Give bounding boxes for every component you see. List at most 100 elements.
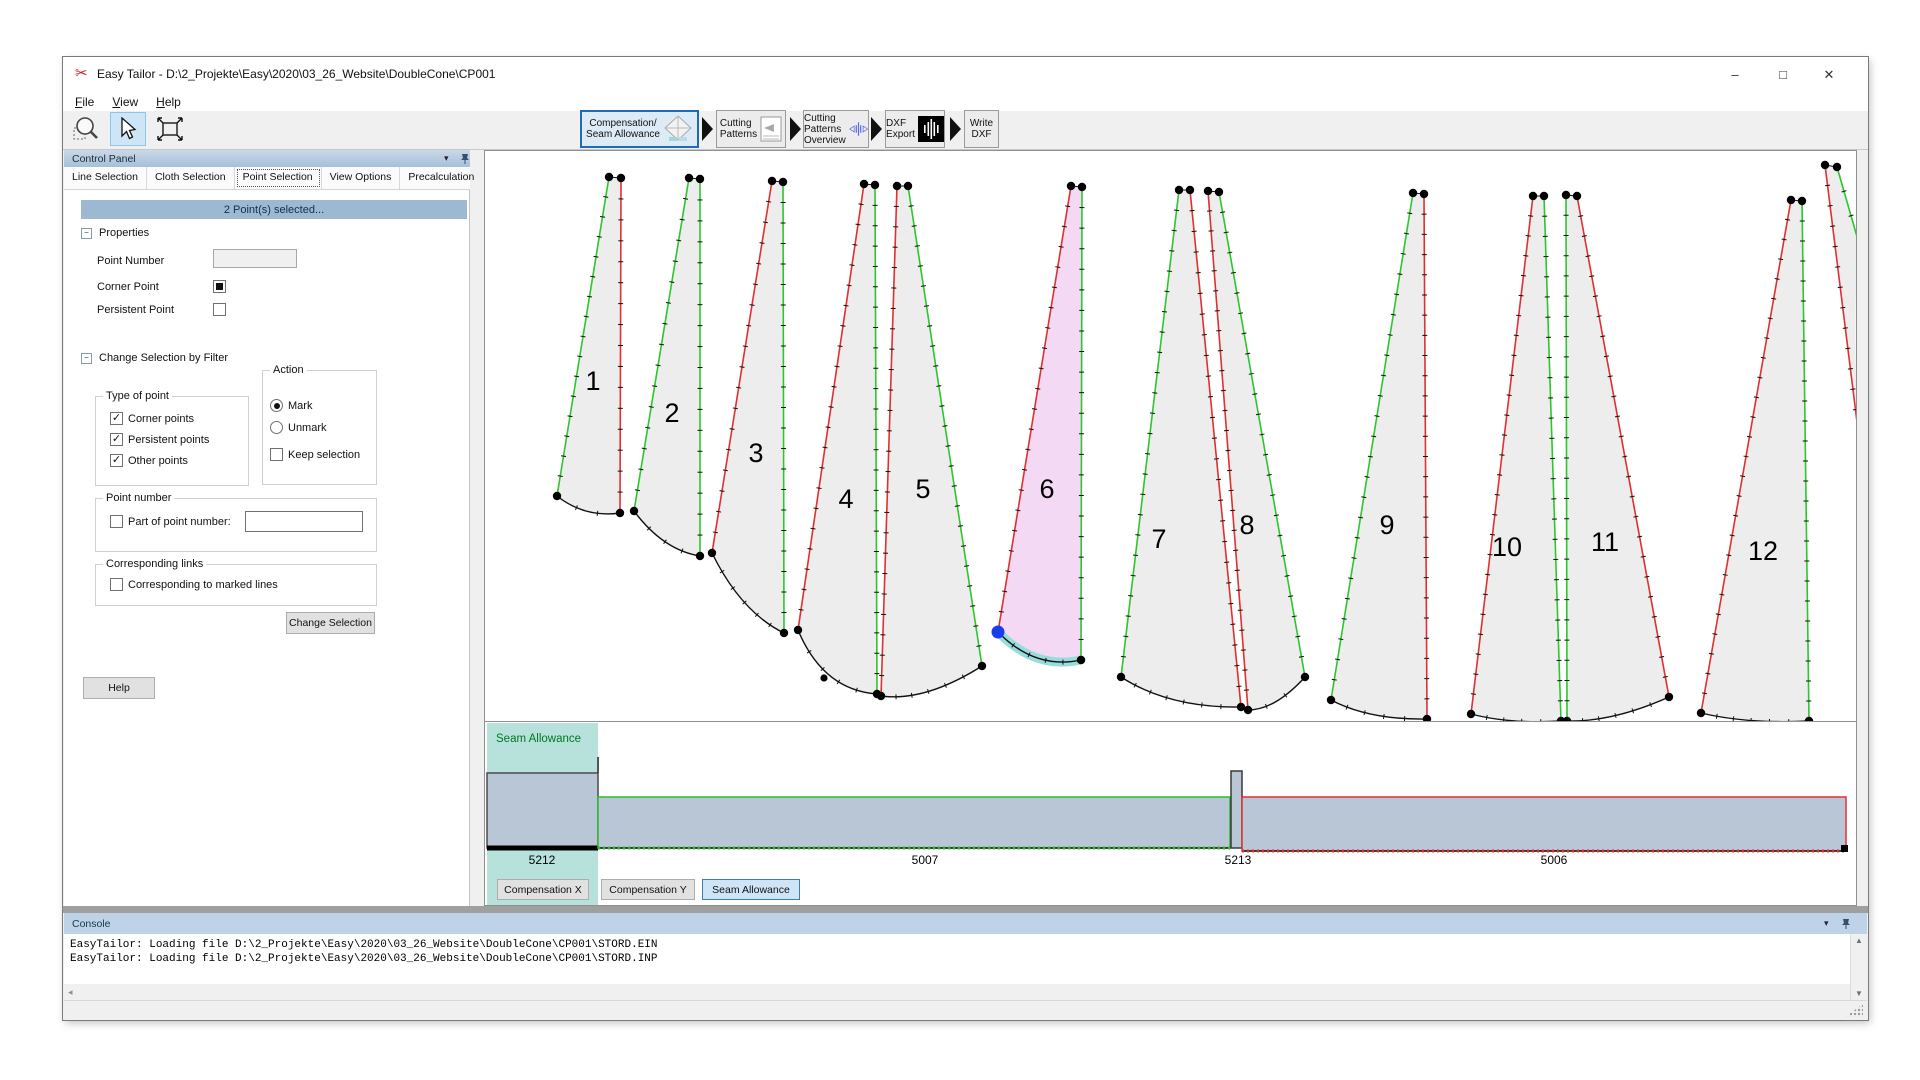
other-points-option[interactable]: Other points [110,454,188,467]
maximize-button[interactable]: □ [1760,57,1806,92]
corner-point-dot[interactable] [877,692,885,700]
compensation-x-button[interactable]: Compensation X [497,879,589,900]
persistent-points-option[interactable]: Persistent points [110,433,209,446]
menu-view[interactable]: View [103,94,147,110]
mark-option[interactable]: Mark [270,399,312,412]
zoom-fit-tool-button[interactable] [152,112,188,146]
filter-section-header[interactable]: − Change Selection by Filter [81,352,228,364]
corner-point-dot [1301,673,1309,681]
step-cutting-patterns[interactable]: Cutting Patterns [716,110,786,148]
tab-view-options[interactable]: View Options [322,167,401,189]
change-selection-button[interactable]: Change Selection [286,612,375,634]
persistent-point-checkbox[interactable] [213,303,226,316]
keep-selection-checkbox[interactable] [270,448,283,461]
properties-section-header[interactable]: − Properties [81,227,149,239]
segment-id-label: 5212 [529,853,556,867]
seam-tab-label[interactable]: Seam Allowance [496,733,581,745]
pattern-piece-2[interactable]: 2 [630,174,704,560]
pattern-piece-9[interactable]: 9 [1327,189,1431,721]
scroll-down-icon[interactable]: ▼ [1855,989,1863,998]
help-button[interactable]: Help [83,677,155,699]
mark-radio[interactable] [270,399,283,412]
menu-file[interactable]: File [66,94,103,110]
other-points-checkbox[interactable] [110,454,123,467]
step-write-dxf[interactable]: Write DXF [964,110,999,148]
pin-icon[interactable] [460,153,470,165]
panel-splitter[interactable] [63,906,1868,913]
corner-point-dot [1821,161,1829,169]
pattern-piece-10[interactable]: 10 [1467,192,1565,721]
tab-line-selection[interactable]: Line Selection [64,167,147,189]
selected-point-dot[interactable] [992,626,1005,639]
unmark-option[interactable]: Unmark [270,421,327,434]
persistent-points-checkbox[interactable] [110,433,123,446]
part-of-point-number-field[interactable] [245,511,363,532]
menu-help[interactable]: Help [147,94,190,110]
chevron-down-icon[interactable]: ▾ [444,153,449,164]
scroll-up-icon[interactable]: ▲ [1855,936,1863,945]
corner-point-dot [1215,188,1223,196]
pattern-piece-11[interactable]: 11 [1562,191,1673,721]
select-tool-button[interactable] [110,112,146,146]
corner-point-dot[interactable] [553,492,561,500]
pin-icon[interactable] [1841,918,1851,930]
corner-point-dot[interactable] [1697,709,1705,717]
point-number-field[interactable] [213,249,297,268]
console-horizontal-scrollbar[interactable]: ◂ [64,984,1850,1000]
minimize-button[interactable]: – [1712,57,1758,92]
step-label: Compensation/ Seam Allowance [586,118,660,140]
corner-point-checkbox[interactable] [213,280,226,293]
pattern-pieces-svg[interactable]: 123456789101112 [485,151,1856,721]
tab-precalculation[interactable]: Precalculation [400,167,482,189]
part-of-point-number-checkbox[interactable] [110,515,123,528]
piece-number-label: 12 [1748,536,1778,566]
control-panel-header[interactable]: Control Panel ▾ [64,150,470,167]
console-vertical-scrollbar[interactable]: ▲ ▼ [1850,934,1867,1000]
pattern-piece-1[interactable]: 1 [553,173,625,517]
piece-number-label: 1 [585,366,600,396]
selection-summary[interactable]: 2 Point(s) selected... [81,200,467,219]
corner-point-dot[interactable] [1117,673,1125,681]
corner-points-option[interactable]: Corner points [110,412,194,425]
tab-cloth-selection[interactable]: Cloth Selection [147,167,235,189]
pattern-piece-12[interactable]: 12 [1697,196,1813,721]
step-dxf-export[interactable]: DXF Export [885,110,945,148]
pattern-piece-4[interactable]: 4 [794,180,881,698]
unmark-radio[interactable] [270,421,283,434]
zoom-tool-button[interactable] [68,112,104,146]
seam-allowance-button[interactable]: Seam Allowance [702,879,800,900]
part-of-point-number-option[interactable]: Part of point number: [110,515,231,528]
pattern-piece-5[interactable]: 5 [877,182,986,700]
corner-point-dot[interactable] [1327,696,1335,704]
close-button[interactable]: ✕ [1806,57,1852,92]
keep-selection-label: Keep selection [288,449,360,461]
corner-point-dot[interactable] [1467,710,1475,718]
pattern-piece-3[interactable]: 3 [708,177,788,637]
mark-label: Mark [288,400,312,412]
corner-points-checkbox[interactable] [110,412,123,425]
step-cutting-patterns-overview[interactable]: Cutting Patterns Overview [803,110,869,148]
corner-point-dot[interactable] [1244,706,1252,714]
keep-selection-option[interactable]: Keep selection [270,448,360,461]
seam-segment-5006[interactable]: 5006 [1242,797,1846,867]
collapse-icon[interactable]: − [81,353,92,364]
tab-point-selection[interactable]: Point Selection [235,167,322,189]
corner-point-dot[interactable] [630,507,638,515]
pattern-piece-edge[interactable] [1821,161,1856,430]
control-panel-tabs: Line Selection Cloth Selection Point Sel… [64,167,470,190]
control-panel-title: Control Panel [72,153,136,165]
chevron-down-icon[interactable]: ▾ [1824,918,1829,929]
corner-point-dot[interactable] [708,549,716,557]
seam-segment-5007[interactable]: 5007 [598,797,1230,867]
scroll-left-icon[interactable]: ◂ [68,987,73,998]
compensation-y-button[interactable]: Compensation Y [601,879,695,900]
seam-allowance-svg[interactable]: Seam Allowance5212500752135006 [485,723,1856,905]
pattern-piece-6[interactable]: 6 [992,182,1087,665]
desktop: ✂ Easy Tailor - D:\2_Projekte\Easy\2020\… [0,0,1920,1080]
corresponding-lines-checkbox[interactable] [110,578,123,591]
corner-point-dot[interactable] [794,626,802,634]
step-compensation-seam-allowance[interactable]: Compensation/ Seam Allowance [580,110,699,148]
corresponding-to-marked-lines-option[interactable]: Corresponding to marked lines [110,578,278,591]
console-header[interactable]: Console ▾ [64,913,1867,934]
collapse-icon[interactable]: − [81,228,92,239]
